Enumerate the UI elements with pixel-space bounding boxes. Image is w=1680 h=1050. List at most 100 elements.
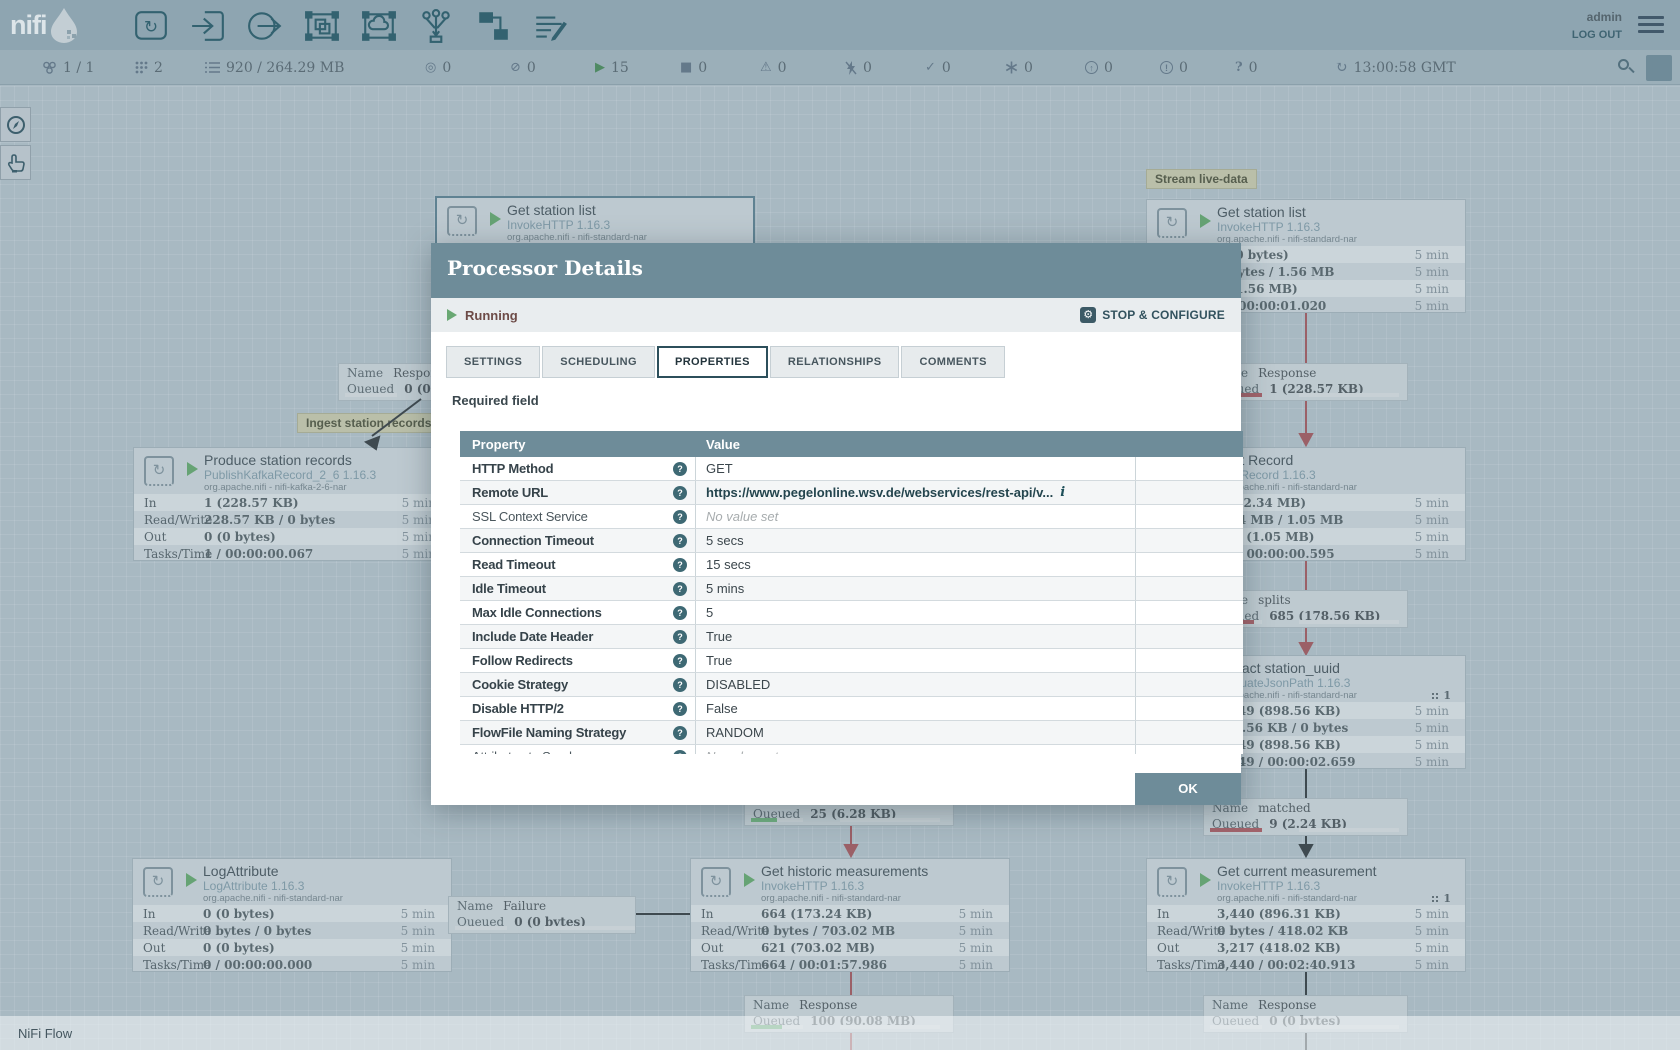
property-name: SSL Context Service — [472, 509, 673, 524]
table-row[interactable]: Cookie Strategy? DISABLED — [460, 673, 1243, 697]
property-name: Read Timeout — [472, 557, 673, 572]
running-indicator-icon — [186, 873, 197, 887]
column-header-blank — [1136, 431, 1243, 457]
operate-palette[interactable] — [0, 145, 31, 180]
drag-funnel-icon[interactable] — [418, 8, 454, 44]
stat-label: In — [144, 496, 204, 510]
processor-get-historic-measurements[interactable]: ↻ Get historic measurements InvokeHTTP 1… — [690, 858, 1010, 972]
stat-period: 5 min — [401, 907, 435, 921]
property-value[interactable]: GET — [706, 461, 733, 476]
help-icon[interactable]: ? — [673, 558, 687, 572]
help-icon[interactable]: ? — [673, 606, 687, 620]
drag-processor-icon[interactable]: ↻ — [133, 8, 169, 44]
table-row[interactable]: Include Date Header? True — [460, 625, 1243, 649]
processor-type: InvokeHTTP 1.16.3 — [1217, 220, 1320, 234]
help-icon[interactable]: ? — [673, 582, 687, 596]
stat-period: 5 min — [1415, 704, 1449, 718]
tab-comments[interactable]: COMMENTS — [901, 346, 1004, 378]
stat-in: 3,440 (896.31 KB) — [1217, 907, 1415, 921]
stat-label: Out — [1157, 941, 1217, 955]
property-value[interactable]: True — [706, 629, 732, 644]
help-icon[interactable]: ? — [673, 630, 687, 644]
drag-output-port-icon[interactable] — [247, 8, 283, 44]
processor-produce-station-records[interactable]: ↻ Produce station records PublishKafkaRe… — [133, 447, 453, 561]
drag-input-port-icon[interactable] — [190, 8, 226, 44]
processor-log-attribute[interactable]: ↻ LogAttribute LogAttribute 1.16.3 org.a… — [132, 858, 452, 972]
global-menu-icon[interactable] — [1638, 16, 1664, 34]
table-row[interactable]: Max Idle Connections? 5 — [460, 601, 1243, 625]
property-name: HTTP Method — [472, 461, 673, 476]
property-value[interactable]: No value set — [706, 749, 778, 754]
refresh-icon[interactable]: ↻ — [1335, 60, 1348, 75]
help-icon[interactable]: ? — [673, 486, 687, 500]
table-row[interactable]: Attributes to Send? No value set — [460, 745, 1243, 754]
drag-remote-process-group-icon[interactable] — [361, 8, 397, 44]
table-row[interactable]: Follow Redirects? True — [460, 649, 1243, 673]
drag-label-icon[interactable] — [532, 8, 568, 44]
navigate-palette[interactable] — [0, 107, 31, 142]
refresh-status[interactable]: ↻ 13:00:58 GMT — [1335, 50, 1456, 85]
processor-get-current-measurement[interactable]: ↻ Get current measurement InvokeHTTP 1.1… — [1146, 858, 1466, 972]
locally-modified-count: 0 — [1024, 60, 1033, 76]
property-value[interactable]: 5 secs — [706, 533, 744, 548]
tab-settings[interactable]: SETTINGS — [446, 346, 540, 378]
disabled-icon — [845, 61, 857, 75]
table-row[interactable]: Idle Timeout? 5 mins — [460, 577, 1243, 601]
asterisk-icon — [1005, 61, 1018, 74]
table-row[interactable]: Read Timeout? 15 secs — [460, 553, 1243, 577]
drag-process-group-icon[interactable] — [304, 8, 340, 44]
tab-properties[interactable]: PROPERTIES — [657, 346, 768, 378]
tab-relationships[interactable]: RELATIONSHIPS — [770, 346, 900, 378]
stat-period: 5 min — [1415, 513, 1449, 527]
running-indicator-icon — [744, 873, 755, 887]
table-row[interactable]: FlowFile Naming Strategy? RANDOM — [460, 721, 1243, 745]
help-icon[interactable]: ? — [673, 750, 687, 755]
breadcrumb[interactable]: NiFi Flow — [18, 1026, 72, 1041]
help-icon[interactable]: ? — [673, 726, 687, 740]
flow-label-ingest-station-records[interactable]: Ingest station records — [297, 413, 440, 433]
help-icon[interactable]: ? — [673, 654, 687, 668]
help-icon[interactable]: ? — [673, 510, 687, 524]
table-row[interactable]: Connection Timeout? 5 secs — [460, 529, 1243, 553]
property-value[interactable]: https://www.pegelonline.wsv.de/webservic… — [706, 485, 1053, 500]
tab-scheduling[interactable]: SCHEDULING — [542, 346, 655, 378]
property-value[interactable]: True — [706, 653, 732, 668]
not-transmitting-count: 0 — [527, 60, 536, 76]
stat-label: In — [1157, 907, 1217, 921]
property-value[interactable]: 15 secs — [706, 557, 751, 572]
help-icon[interactable]: ? — [673, 534, 687, 548]
property-value[interactable]: DISABLED — [706, 677, 770, 692]
help-icon[interactable]: ? — [673, 462, 687, 476]
drag-template-icon[interactable] — [475, 8, 511, 44]
stat-in: 0 (0 bytes) — [203, 907, 401, 921]
property-value[interactable]: 5 mins — [706, 581, 744, 596]
table-row[interactable]: SSL Context Service? No value set — [460, 505, 1243, 529]
stop-and-configure-button[interactable]: ⚙ STOP & CONFIGURE — [1080, 307, 1225, 323]
stat-label: Out — [143, 941, 203, 955]
flow-label-stream-live-data[interactable]: Stream live-data — [1146, 169, 1257, 189]
stat-out: 0 (0 bytes) — [203, 941, 401, 955]
table-row[interactable]: Disable HTTP/2? False — [460, 697, 1243, 721]
property-value[interactable]: RANDOM — [706, 725, 764, 740]
cluster-node-badge: 1 — [1431, 892, 1451, 905]
property-value[interactable]: 5 — [706, 605, 713, 620]
stat-label: Read/Write — [701, 924, 761, 938]
ok-button[interactable]: OK — [1135, 773, 1241, 805]
nifi-logo: nifi — [10, 6, 81, 44]
stat-period: 5 min — [1415, 547, 1449, 561]
property-value[interactable]: False — [706, 701, 738, 716]
logout-link[interactable]: LOG OUT — [1572, 29, 1622, 41]
property-value[interactable]: No value set — [706, 509, 778, 524]
info-icon[interactable]: i — [1060, 485, 1065, 500]
canvas-settings-button[interactable] — [1646, 55, 1672, 81]
disabled-status: 0 — [845, 50, 872, 85]
search-icon[interactable] — [1618, 59, 1634, 75]
disabled-count: 0 — [863, 60, 872, 76]
stat-period: 5 min — [1415, 282, 1449, 296]
table-row[interactable]: Remote URL? https://www.pegelonline.wsv.… — [460, 481, 1243, 505]
help-icon[interactable]: ? — [673, 702, 687, 716]
table-row[interactable]: HTTP Method? GET — [460, 457, 1243, 481]
stat-period: 5 min — [1415, 530, 1449, 544]
connection-label-failure[interactable]: NameFailure Queued0 (0 bytes) — [448, 896, 636, 934]
help-icon[interactable]: ? — [673, 678, 687, 692]
